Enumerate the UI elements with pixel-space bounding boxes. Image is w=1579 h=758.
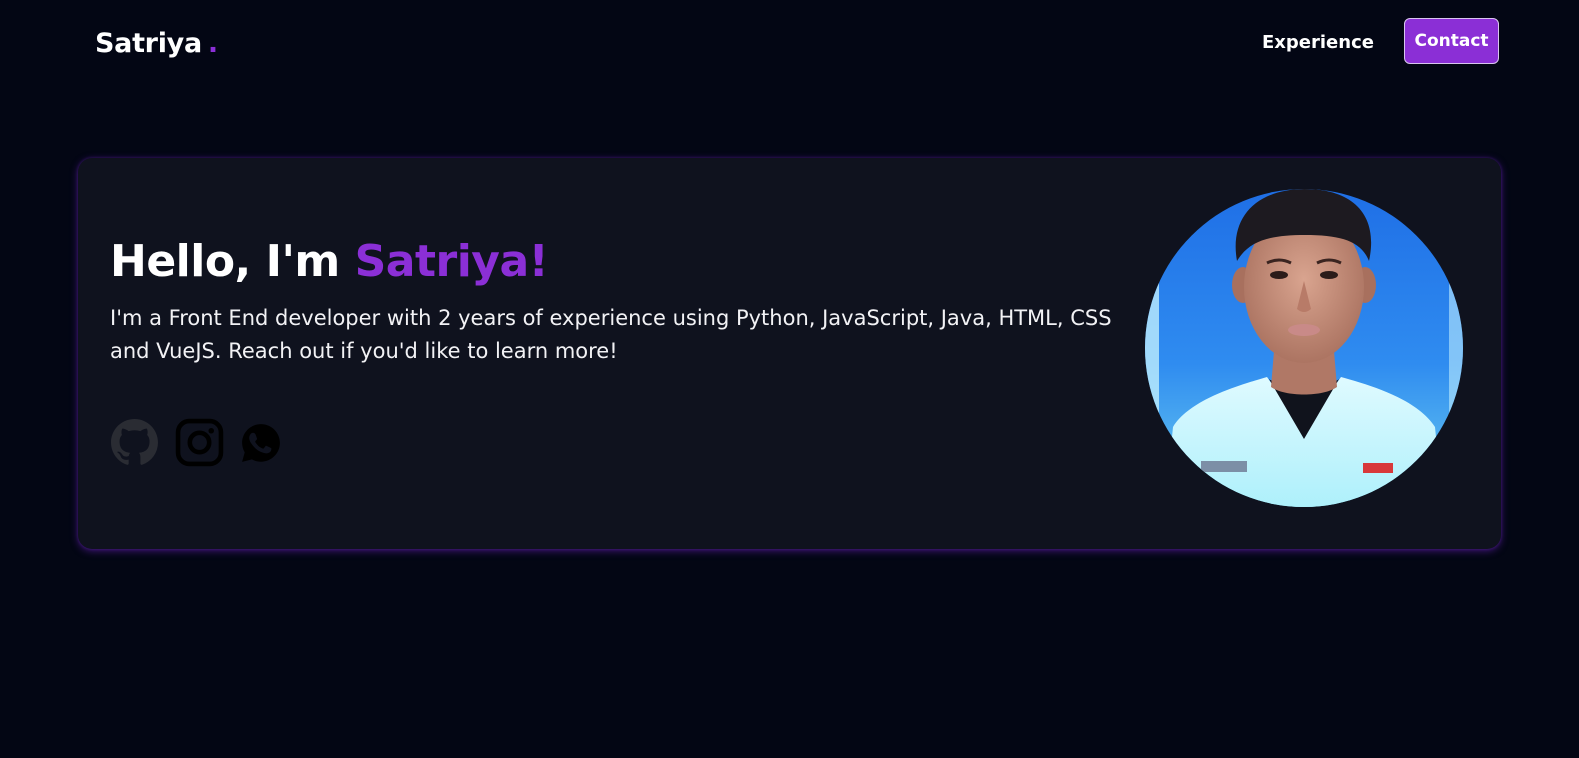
brand-dot: .: [207, 28, 218, 59]
page: Satriya. Experience Contact Hello, I'm S…: [0, 0, 1579, 758]
brand-name: Satriya: [95, 28, 202, 59]
contact-button[interactable]: Contact: [1404, 18, 1499, 64]
hero-description: I'm a Front End developer with 2 years o…: [110, 306, 1112, 363]
instagram-icon: [175, 418, 224, 467]
profile-photo: [1145, 189, 1463, 507]
social-links: [110, 418, 282, 467]
hero-card: Hello, I'm Satriya! I'm a Front End deve…: [78, 158, 1501, 549]
hero-greeting: Hello, I'm: [110, 236, 340, 287]
github-icon: [111, 419, 158, 465]
top-navbar: Satriya. Experience Contact: [0, 0, 1579, 90]
whatsapp-icon: [242, 423, 280, 462]
github-link[interactable]: [110, 418, 159, 467]
brand-logo[interactable]: Satriya.: [95, 24, 218, 64]
instagram-link[interactable]: [175, 418, 224, 467]
whatsapp-link[interactable]: [240, 422, 282, 464]
hero-title: Hello, I'm Satriya!: [110, 234, 549, 290]
nav-experience-link[interactable]: Experience: [1262, 30, 1374, 56]
avatar: [1145, 189, 1463, 507]
hero-name: Satriya!: [354, 236, 549, 287]
